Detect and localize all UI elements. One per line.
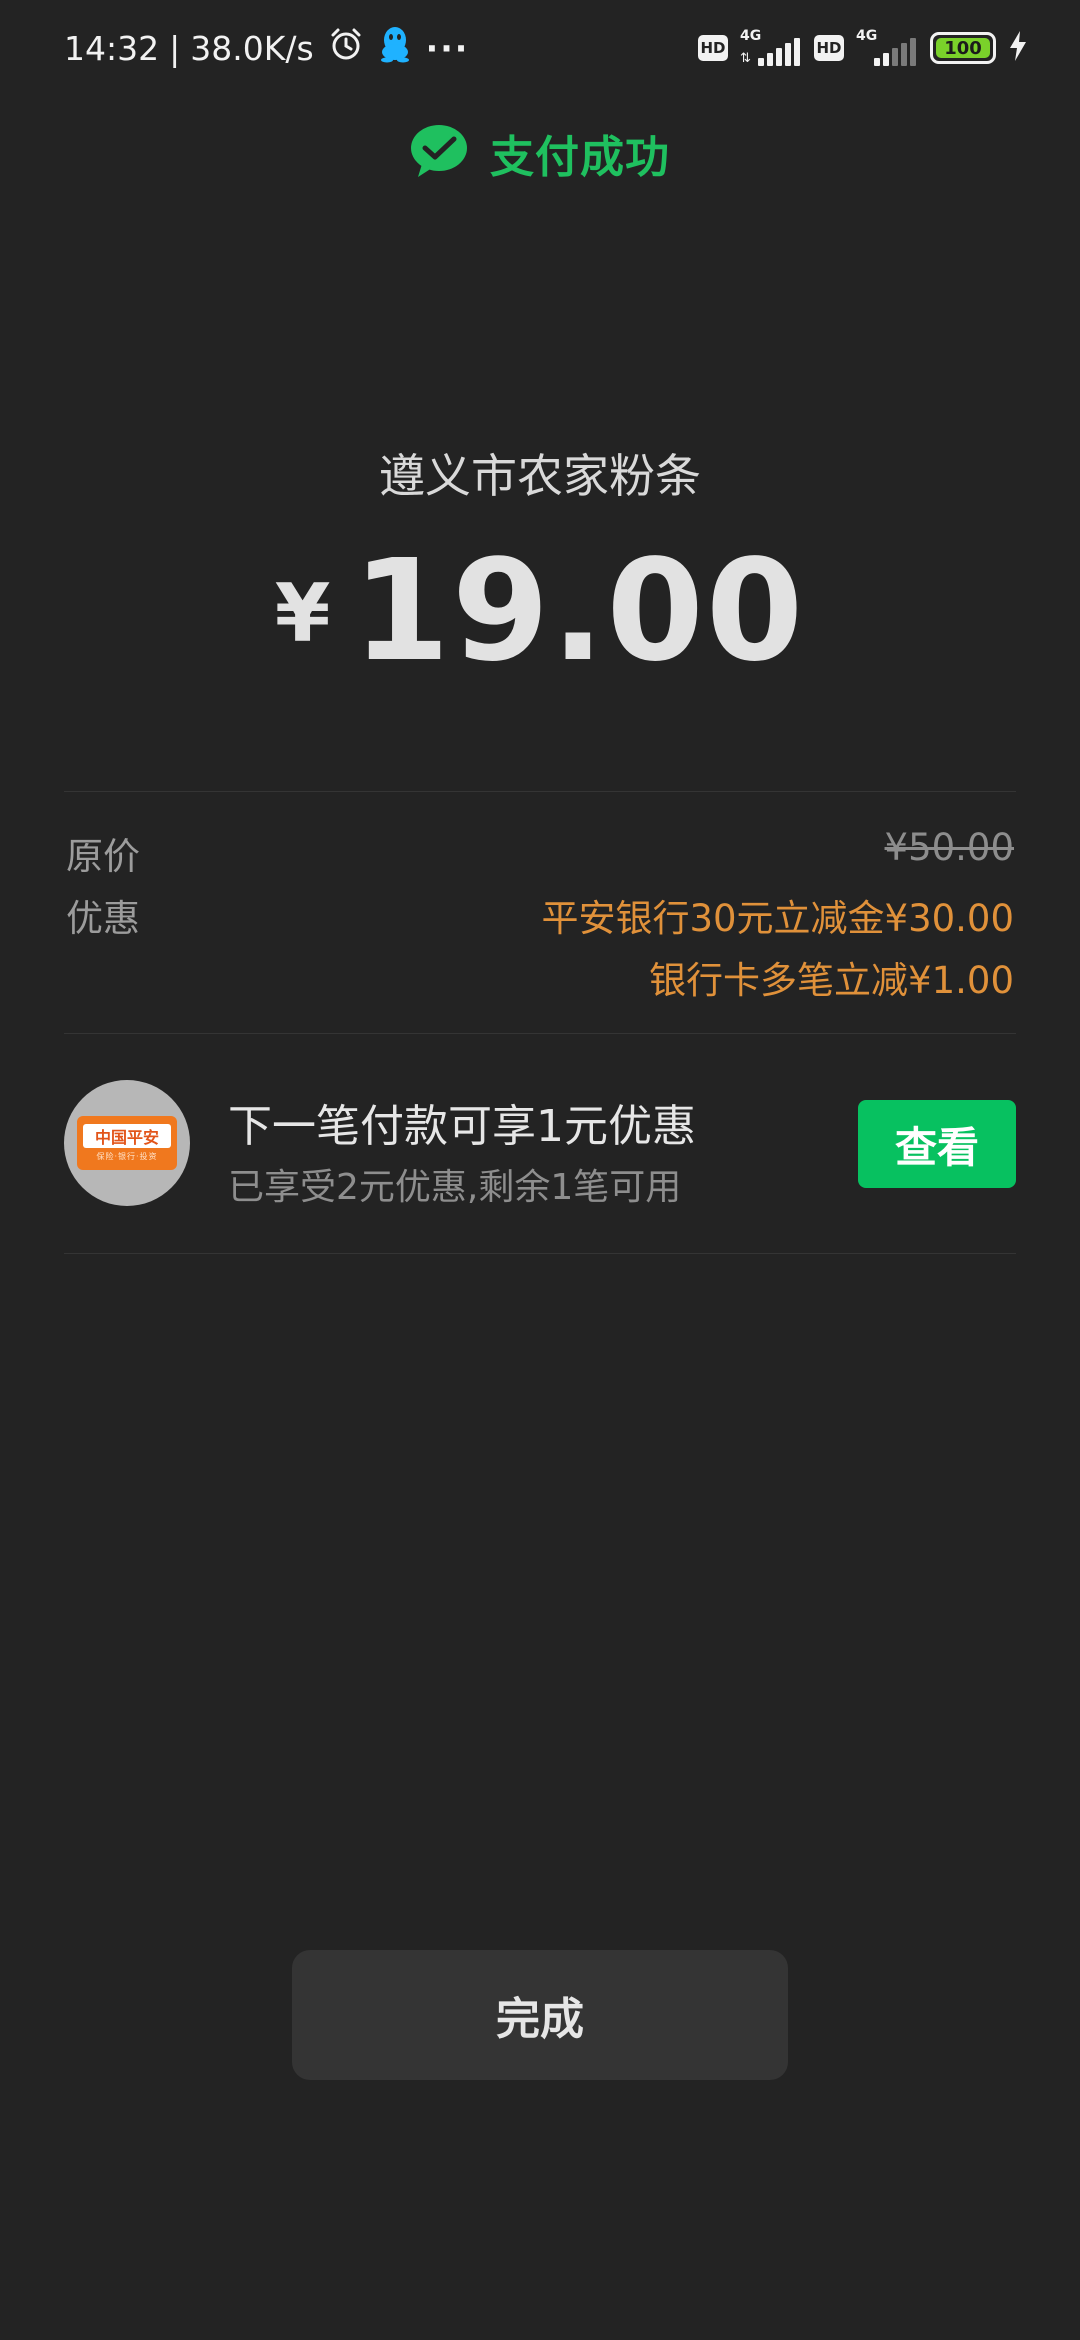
alarm-icon bbox=[328, 26, 364, 70]
original-price-value: ¥50.00 bbox=[884, 826, 1014, 869]
discount-label: 优惠 bbox=[66, 897, 140, 940]
status-bar-left: 14:32 | 38.0K/s ··· bbox=[64, 24, 469, 72]
battery-icon: 100 bbox=[930, 32, 996, 64]
divider bbox=[64, 791, 1016, 792]
wechat-pay-check-icon bbox=[410, 124, 468, 182]
currency-symbol: ¥ bbox=[274, 567, 331, 660]
payment-success-header: 支付成功 bbox=[0, 118, 1080, 188]
signal-sim1-icon: 4G ⇅ bbox=[740, 28, 802, 68]
payment-amount: ¥ 19.00 bbox=[0, 530, 1080, 693]
qq-icon bbox=[378, 25, 412, 71]
ping-an-logo: 中国平安 保险·银行·投资 bbox=[64, 1080, 190, 1206]
merchant-name: 遵义市农家粉条 bbox=[379, 449, 701, 503]
done-button[interactable]: 完成 bbox=[292, 1950, 788, 2080]
status-separator: | bbox=[169, 28, 181, 68]
discount-item: 平安银行30元立减金¥30.00 bbox=[541, 897, 1014, 940]
promo-title: 下一笔付款可享1元优惠 bbox=[228, 1101, 696, 1152]
signal-sim2-icon: 4G bbox=[856, 28, 918, 68]
discount-item: 银行卡多笔立减¥1.00 bbox=[649, 959, 1014, 1002]
status-net-speed: 38.0K/s bbox=[190, 28, 314, 68]
status-time: 14:32 bbox=[64, 28, 160, 68]
original-price-label: 原价 bbox=[66, 835, 140, 878]
hd-badge-2: HD bbox=[814, 35, 844, 61]
charging-icon bbox=[1008, 30, 1028, 66]
more-notifications-icon: ··· bbox=[425, 28, 470, 68]
hd-badge: HD bbox=[698, 35, 728, 61]
promo-subtitle: 已享受2元优惠,剩余1笔可用 bbox=[228, 1167, 682, 1208]
divider bbox=[64, 1033, 1016, 1034]
view-button[interactable]: 查看 bbox=[858, 1100, 1016, 1188]
amount-value: 19.00 bbox=[352, 530, 806, 693]
divider bbox=[64, 1253, 1016, 1254]
status-bar-right: HD 4G ⇅ HD 4G 100 bbox=[698, 24, 1028, 72]
status-bar: 14:32 | 38.0K/s ··· HD 4G ⇅ HD 4G 100 bbox=[0, 0, 1080, 96]
success-title: 支付成功 bbox=[490, 132, 670, 183]
